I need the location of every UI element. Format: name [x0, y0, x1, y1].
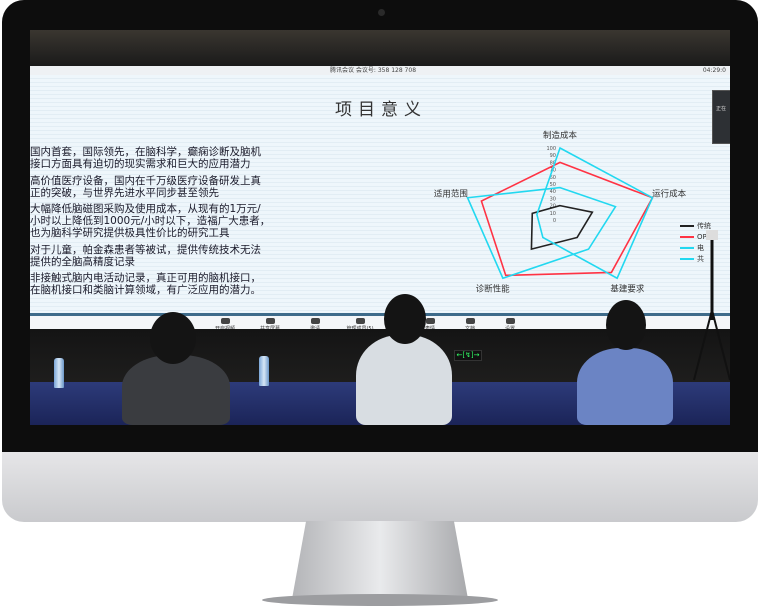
axis-label: 制造成本 — [543, 130, 578, 141]
meeting-info: 腾讯会议 会议号: 358 128 708 — [330, 67, 417, 74]
ceiling — [30, 30, 730, 66]
attendee-head — [150, 312, 196, 364]
video-thumbnail: 正在 — [712, 90, 730, 144]
axis-label: 适用范围 — [434, 189, 468, 200]
invite-icon — [310, 318, 320, 324]
series-polygon — [480, 161, 654, 277]
attendee-head — [384, 294, 426, 344]
axis-label: 基建要求 — [610, 284, 645, 295]
presentation-slide: 项目意义 国内首套，国际领先，在脑科学，癫痫诊断及脑机 接口方面具有迫切的现实需… — [30, 75, 730, 315]
video-off-icon — [220, 318, 230, 324]
camera-tripod — [693, 230, 730, 381]
settings-icon — [505, 318, 515, 324]
meeting-bar: 腾讯会议 会议号: 358 128 708 04:29:0 — [30, 66, 730, 75]
attendee — [122, 355, 230, 425]
legend-label: 传统 — [697, 221, 711, 230]
slide-paragraph: 大幅降低脑磁图采购及使用成本，从现有的1万元/ 小时以上降低到1000元/小时以… — [30, 203, 271, 239]
slide-paragraph: 国内首套，国际领先，在脑科学，癫痫诊断及脑机 接口方面具有迫切的现实需求和巨大的… — [30, 146, 261, 170]
tick-label: 30 — [550, 196, 556, 202]
slide-title: 项目意义 — [335, 100, 427, 120]
emoji-icon — [425, 318, 435, 324]
radar-chart: 0102030405060708090100制造成本运行成本基建要求诊断性能适用… — [434, 130, 687, 295]
tick-label: 40 — [550, 189, 556, 195]
document-icon — [465, 318, 475, 324]
members-icon — [355, 318, 365, 324]
axis-label: 诊断性能 — [476, 284, 511, 295]
slide-paragraph: 非接触式脑内电活动记录，真正可用的脑机接口， 在脑机接口和类脑计算领域，有广泛应… — [30, 272, 261, 296]
monitor-base — [262, 594, 498, 606]
attendee — [577, 348, 673, 425]
exit-sign: ←[↯]→ — [454, 350, 482, 361]
water-bottle — [54, 358, 64, 388]
monitor-chin — [2, 452, 758, 522]
tick-label: 100 — [546, 146, 556, 152]
share-screen-icon — [265, 318, 275, 324]
tick-label: 10 — [550, 211, 556, 217]
water-bottle — [259, 356, 269, 386]
tick-label: 90 — [550, 153, 556, 159]
legend-swatch — [680, 224, 694, 227]
tick-label: 50 — [550, 182, 556, 188]
screen-photo: 腾讯会议 会议号: 358 128 708 04:29:0 项目意义 国内首套，… — [30, 30, 730, 425]
attendee — [356, 335, 452, 425]
camera-icon — [378, 9, 385, 16]
meeting-time: 04:29:0 — [702, 67, 726, 74]
slide-paragraph: 对于儿童，帕金森患者等被试，提供传统技术无法 提供的全脑高精度记录 — [30, 244, 261, 268]
thumbnail-text: 正在 — [716, 106, 727, 112]
attendee-head — [606, 300, 646, 350]
monitor-stand — [292, 521, 468, 599]
tick-label: 0 — [553, 218, 556, 224]
slide-paragraph: 高价值医疗设备，国内在千万级医疗设备研发上真 正的突破，与世界先进水平同步甚至领… — [30, 175, 261, 199]
axis-label: 运行成本 — [652, 189, 687, 200]
